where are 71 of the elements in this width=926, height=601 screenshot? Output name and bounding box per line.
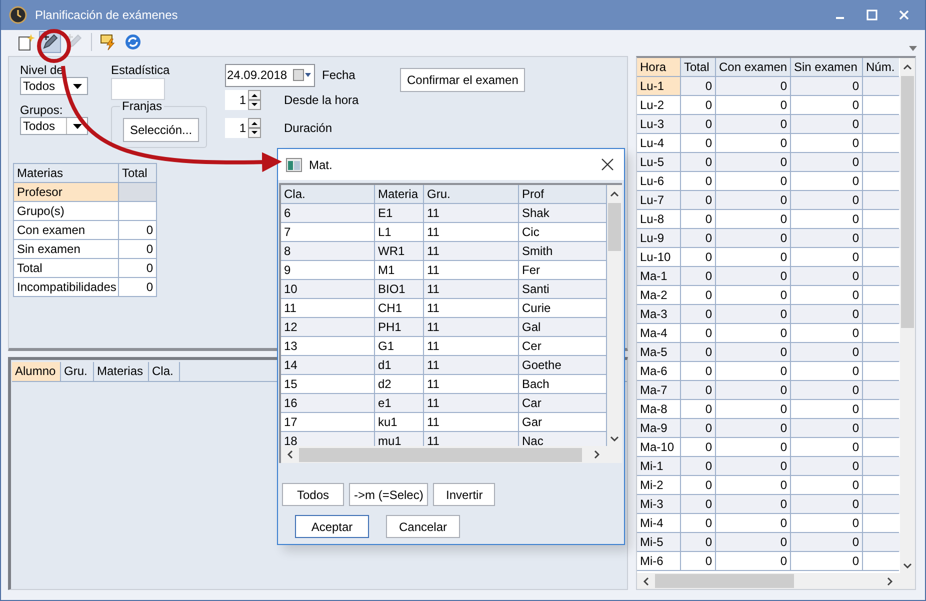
row-label[interactable]: Con examen [14,221,119,240]
statistics-field[interactable] [111,78,165,100]
selection-button[interactable]: Todos [282,483,344,506]
table-icon [286,158,302,172]
date-label: Fecha [322,68,356,82]
scrollbar-thumb[interactable] [655,574,794,588]
window-title: Planificación de exámenes [35,8,179,22]
column-header[interactable]: Con examen [716,58,791,77]
up-chevron-icon[interactable] [610,191,619,197]
column-header[interactable]: Gru. [61,362,94,381]
left-chevron-icon[interactable] [643,576,649,586]
row-label[interactable]: Mi-6 [637,552,681,571]
right-chevron-icon[interactable] [887,576,893,586]
table-cell: 0 [716,552,791,571]
table-cell: 0 [119,240,157,259]
column-header[interactable]: Hora [637,58,681,77]
close-button[interactable] [601,158,614,171]
dropdown-arrow-icon[interactable] [72,124,82,128]
table-cell: 0 [119,278,157,297]
row-label[interactable]: Sin examen [14,240,119,259]
scrollbar-thumb[interactable] [901,76,914,328]
scrollbar-thumb[interactable] [298,448,582,462]
date-picker[interactable]: 24.09.2018 [225,64,315,86]
column-header[interactable]: Sin examen [791,58,863,77]
from-hour-spinner[interactable]: 1 [225,90,261,110]
groups-dropdown[interactable]: Todos [20,117,88,135]
table-cell: 0 [119,259,157,278]
level-dropdown[interactable]: Todos [20,77,88,95]
down-chevron-icon[interactable] [610,436,619,442]
table-cell: 0 [681,552,716,571]
vertical-scrollbar[interactable] [607,185,622,446]
slots-label: Franjas [120,100,164,113]
column-header[interactable]: Materias [94,362,149,381]
column-header: Total [119,164,157,183]
duration-label: Duración [284,121,332,135]
selection-button[interactable]: ->m (=Selec) [349,483,428,506]
column-header: Materias [14,164,119,183]
right-chevron-icon[interactable] [594,450,600,459]
scrollbar-thumb[interactable] [608,203,621,251]
selection-button[interactable]: Selección... [123,118,200,142]
confirm-exam-button[interactable]: Confirmar el examen [400,68,526,92]
statistics-label: Estadística [111,63,171,77]
row-label[interactable]: Grupo(s) [14,202,119,221]
calendar-icon[interactable] [293,69,311,81]
groups-label: Grupos: [20,103,64,117]
maximize-button[interactable] [865,8,879,22]
row-label[interactable]: Profesor [14,183,119,202]
clock-icon [9,6,27,24]
selection-button[interactable]: Invertir [433,483,496,506]
column-header[interactable]: Cla. [149,362,180,381]
row-label[interactable]: Lu-1 [637,77,681,96]
table-cell: 0 [791,552,863,571]
row-label[interactable]: Total [14,259,119,278]
down-chevron-icon[interactable] [903,563,912,569]
table-cell: 0 [119,221,157,240]
duration-spinner[interactable]: 1 [225,118,261,138]
up-chevron-icon[interactable] [903,64,912,70]
horizontal-scrollbar[interactable] [281,446,622,463]
column-header[interactable]: Alumno [12,362,61,381]
from-hour-label: Desde la hora [284,93,359,107]
dropdown-arrow-icon[interactable] [72,84,82,88]
row-label[interactable]: Incompatibilidades [14,278,119,297]
accept-button[interactable]: Aceptar [295,515,369,538]
column-header[interactable]: Total [681,58,716,77]
dialog-title: Mat. [309,158,334,172]
column-header[interactable]: Núm. [863,58,899,77]
left-chevron-icon[interactable] [287,450,293,459]
cancel-button[interactable]: Cancelar [386,515,460,538]
highlight-circle [37,29,71,63]
vertical-scrollbar[interactable] [900,58,915,573]
horizontal-scrollbar[interactable] [637,573,915,589]
